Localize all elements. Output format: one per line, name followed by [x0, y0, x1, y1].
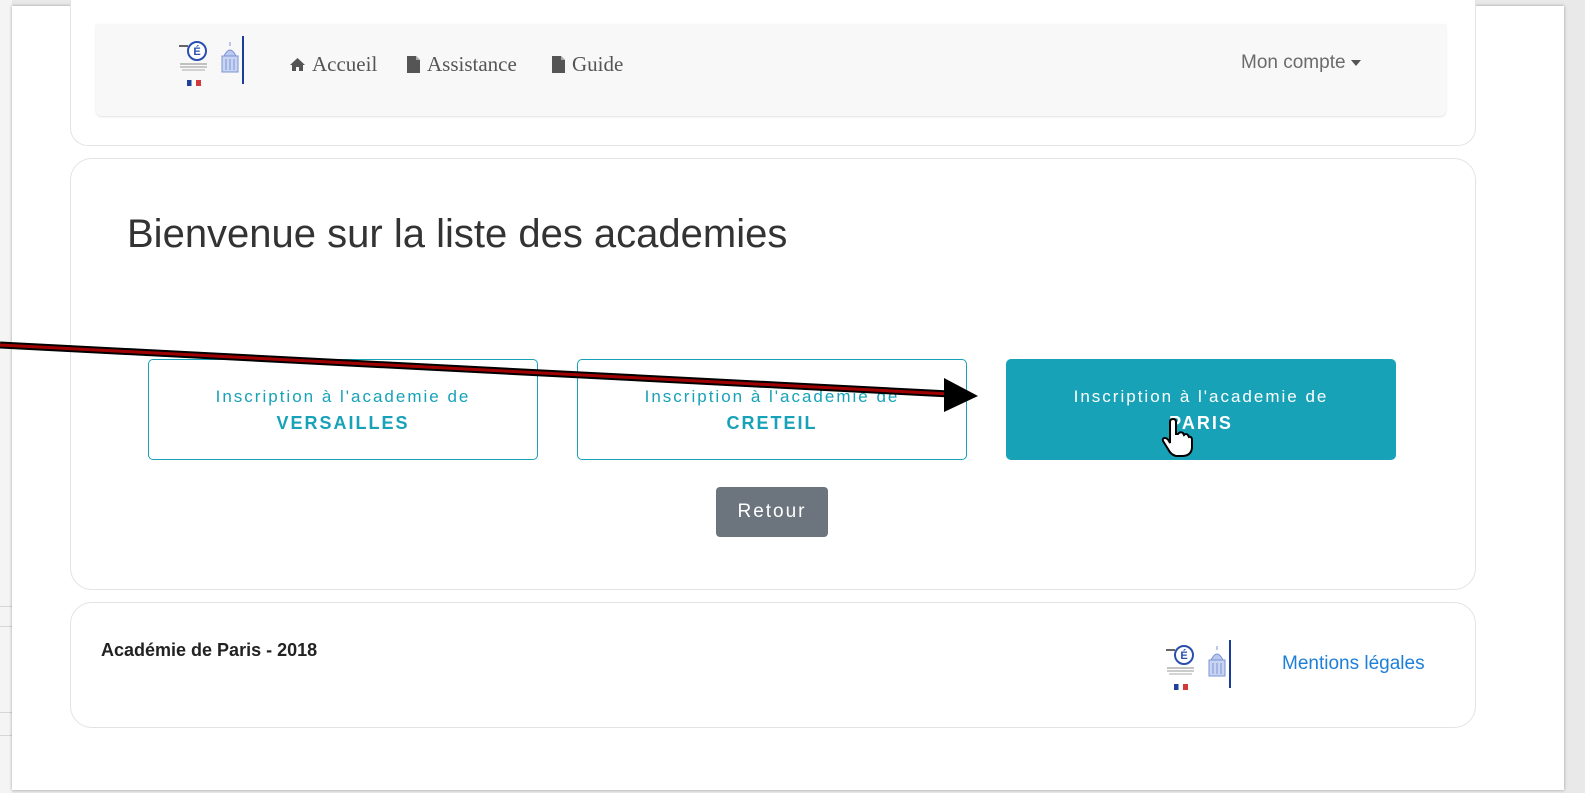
caret-down-icon	[1350, 60, 1361, 66]
sorbonne-dome-icon	[1208, 646, 1226, 677]
home-icon	[290, 58, 305, 71]
back-button[interactable]: Retour	[716, 487, 828, 537]
academy-button-prefix: Inscription à l'academie de	[644, 387, 900, 406]
nav-accueil-label: Accueil	[312, 52, 378, 76]
footer-card	[70, 602, 1476, 728]
nav-accueil[interactable]: Accueil	[289, 52, 377, 77]
nav-guide[interactable]: Guide	[551, 52, 623, 77]
academy-button-name: PARIS	[1169, 413, 1233, 433]
account-dropdown[interactable]: Mon compte	[1241, 52, 1361, 74]
academy-button-name: CRETEIL	[726, 413, 818, 433]
header-logo[interactable]: É	[167, 36, 249, 90]
academy-button-versailles[interactable]: Inscription à l'academie de VERSAILLES	[148, 359, 538, 460]
footer-copyright: Académie de Paris - 2018	[101, 640, 318, 660]
academy-button-paris[interactable]: Inscription à l'academie de PARIS	[1006, 359, 1396, 460]
logo-divider	[242, 36, 244, 84]
education-emblem-icon: É	[179, 41, 207, 71]
footer-logo: É	[1154, 640, 1236, 694]
file-icon	[552, 56, 565, 73]
academy-button-prefix: Inscription à l'academie de	[215, 387, 471, 406]
nav-assistance[interactable]: Assistance	[406, 52, 517, 77]
account-dropdown-label: Mon compte	[1241, 52, 1346, 73]
file-icon	[407, 56, 420, 73]
left-window-edge	[0, 0, 12, 793]
page-title: Bienvenue sur la liste des academies	[127, 212, 788, 256]
academy-button-prefix: Inscription à l'academie de	[1073, 387, 1329, 406]
svg-text:É: É	[193, 45, 200, 58]
sorbonne-dome-icon	[221, 42, 239, 73]
academy-button-creteil[interactable]: Inscription à l'academie de CRETEIL	[577, 359, 967, 460]
svg-text:É: É	[1180, 649, 1187, 662]
nav-guide-label: Guide	[572, 52, 624, 76]
french-flag-icon	[187, 80, 201, 86]
nav-assistance-label: Assistance	[427, 52, 517, 76]
hand-cursor-icon	[1161, 418, 1193, 457]
legal-notice-link[interactable]: Mentions légales	[1282, 653, 1425, 675]
education-emblem-icon: É	[1166, 645, 1194, 675]
academy-button-name: VERSAILLES	[276, 413, 410, 433]
logo-divider	[1229, 640, 1231, 688]
french-flag-icon	[1174, 684, 1188, 690]
